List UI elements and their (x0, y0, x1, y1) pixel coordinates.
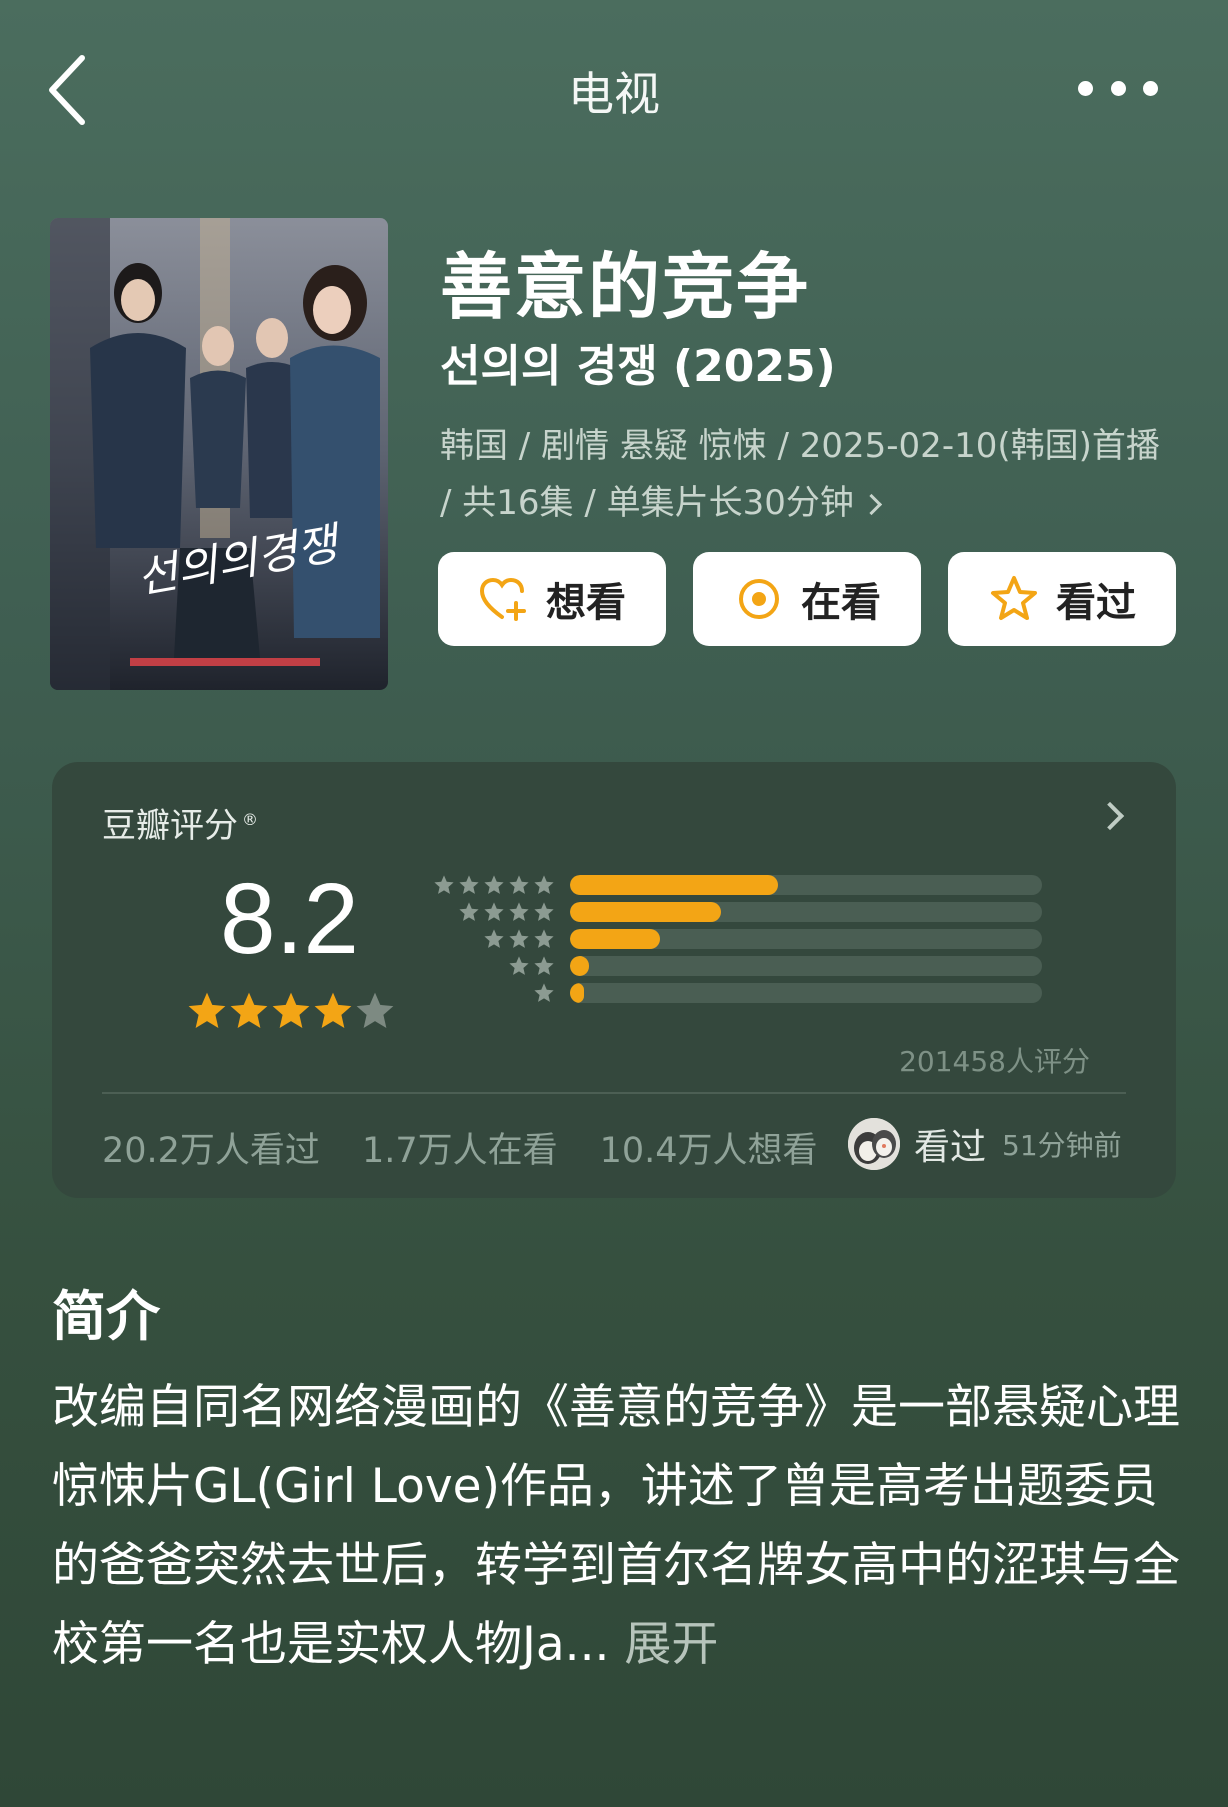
rating-score: 8.2 (220, 863, 360, 975)
star-icon (509, 902, 529, 921)
meta-text: 韩国 / 剧情 悬疑 惊悚 / 2025-02-10(韩国)首播 / 共16集 … (440, 426, 1160, 523)
distribution-row-1-star (430, 982, 1050, 1004)
intro-text: 改编自同名网络漫画的《善意的竞争》是一部悬疑心理惊悚片GL(Girl Love)… (52, 1380, 1180, 1672)
nav-bar: 电视 (0, 0, 1228, 180)
star-icon (459, 902, 479, 921)
star-icon (534, 956, 554, 975)
friend-activity[interactable]: 看过 51分钟前 (848, 1118, 1122, 1170)
distribution-bar-fill (570, 983, 584, 1003)
intro-text-block: 改编自同名网络漫画的《善意的竞争》是一部悬疑心理惊悚片GL(Girl Love)… (52, 1368, 1188, 1684)
original-title: 선의의 경쟁 (2025) (440, 341, 836, 392)
watched-button[interactable]: 看过 (948, 552, 1176, 646)
rating-header: 豆瓣评分 ® (102, 798, 258, 847)
rating-header-text: 豆瓣评分 (102, 806, 238, 846)
friend-time: 51分钟前 (1002, 1129, 1122, 1162)
star-icon (484, 875, 504, 894)
star-icon (534, 875, 554, 894)
distribution-stars (430, 874, 555, 896)
action-bar: 想看 在看 看过 (438, 552, 1178, 646)
distribution-bar-fill (570, 956, 589, 976)
divider (102, 1092, 1126, 1094)
distribution-stars (455, 901, 555, 923)
want-label: 想看 (546, 580, 626, 626)
star-icon (534, 983, 554, 1002)
watched-label: 看过 (1056, 580, 1136, 626)
star-icon (509, 956, 529, 975)
star-icon (188, 992, 226, 1028)
distribution-bar-track (570, 983, 1042, 1003)
watching-label: 在看 (801, 580, 881, 626)
distribution-bar-track (570, 902, 1042, 922)
star-outline-icon (991, 576, 1037, 620)
star-icon (534, 929, 554, 948)
watching-count[interactable]: 1.7万人在看 (362, 1131, 558, 1171)
chevron-right-icon (860, 493, 882, 516)
watched-count[interactable]: 20.2万人看过 (102, 1131, 320, 1171)
distribution-row-5-star (430, 874, 1050, 896)
distribution-row-2-star (430, 955, 1050, 977)
show-meta-info[interactable]: 韩国 / 剧情 悬疑 惊悚 / 2025-02-10(韩国)首播 / 共16集 … (440, 418, 1180, 532)
star-icon (459, 875, 479, 894)
intro-title: 简介 (52, 1285, 160, 1348)
distribution-stars (505, 955, 555, 977)
distribution-stars (530, 982, 555, 1004)
target-icon (739, 579, 779, 619)
rating-count: 201458人评分 (899, 1045, 1090, 1078)
distribution-stars (480, 928, 555, 950)
distribution-bar-fill (570, 902, 722, 922)
star-icon (484, 902, 504, 921)
heart-plus-icon (479, 577, 526, 621)
watch-stats: 20.2万人看过 1.7万人在看 10.4万人想看 (102, 1122, 860, 1173)
star-icon (534, 902, 554, 921)
distribution-row-4-star (430, 901, 1050, 923)
star-icon (509, 875, 529, 894)
want-to-watch-button[interactable]: 想看 (438, 552, 666, 646)
distribution-bar-track (570, 956, 1042, 976)
star-icon (314, 992, 352, 1028)
star-icon (356, 992, 394, 1028)
poster-image[interactable]: 선의의경쟁 (50, 218, 388, 690)
distribution-bar-fill (570, 875, 778, 895)
friend-status: 看过 (914, 1127, 987, 1168)
star-icon (509, 929, 529, 948)
expand-link[interactable]: 展开 (624, 1617, 718, 1672)
rating-stars (186, 990, 396, 1032)
show-title: 善意的竞争 (440, 245, 811, 329)
chevron-right-icon[interactable] (1095, 801, 1125, 831)
avatar (848, 1118, 900, 1170)
distribution-bar-track (570, 929, 1042, 949)
watching-button[interactable]: 在看 (693, 552, 921, 646)
wish-count[interactable]: 10.4万人想看 (600, 1131, 818, 1171)
star-icon (272, 992, 310, 1028)
registered-mark: ® (242, 809, 258, 829)
distribution-row-3-star (430, 928, 1050, 950)
more-options-icon[interactable] (1078, 70, 1158, 106)
distribution-bar-fill (570, 929, 660, 949)
page-title: 电视 (568, 67, 660, 121)
star-icon (230, 992, 268, 1028)
star-icon (484, 929, 504, 948)
rating-card[interactable]: 豆瓣评分 ® 8.2 201458人评分 20.2万人看过 1.7万人在看 10.4万… (52, 762, 1176, 1198)
distribution-bar-track (570, 875, 1042, 895)
star-icon (434, 875, 454, 894)
